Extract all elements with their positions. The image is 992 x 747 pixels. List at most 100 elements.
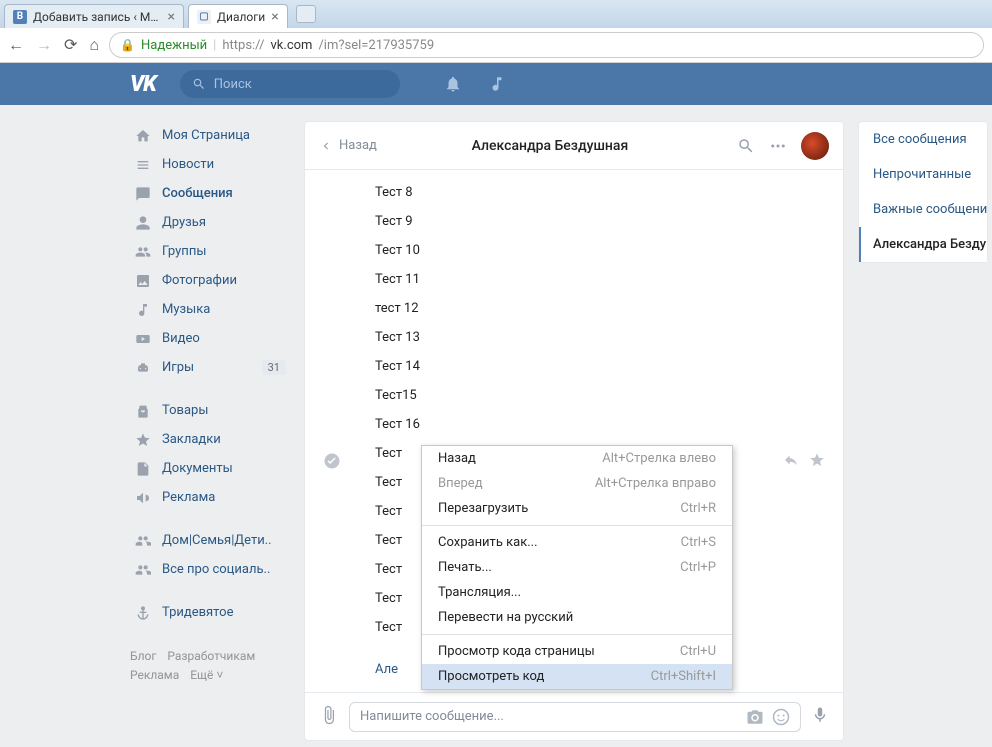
- nav-icons: ← → ⟳ ⌂: [8, 35, 99, 55]
- peer-avatar[interactable]: [801, 132, 829, 160]
- home-icon[interactable]: ⌂: [89, 35, 99, 55]
- dialog-header: Назад Александра Бездушная: [305, 122, 843, 170]
- author-line: Але: [375, 655, 398, 684]
- sidebar-item[interactable]: Реклама: [130, 483, 290, 512]
- browser-tab[interactable]: В Добавить запись ‹ Мир ×: [4, 4, 184, 28]
- people-icon: [134, 562, 152, 578]
- compose-placeholder: Напишите сообщение...: [360, 709, 738, 724]
- context-menu-item[interactable]: Сохранить как...Ctrl+S: [422, 530, 732, 555]
- sidebar-item[interactable]: Документы: [130, 454, 290, 483]
- sidebar-item[interactable]: Музыка: [130, 295, 290, 324]
- context-menu-label: Перевести на русский: [438, 610, 573, 625]
- home-icon: [134, 128, 152, 144]
- back-button[interactable]: Назад: [319, 138, 377, 153]
- footer-link[interactable]: Реклама: [130, 668, 179, 682]
- message[interactable]: Тест 16: [375, 410, 843, 439]
- tab-favicon: В: [13, 10, 27, 24]
- sidebar-item[interactable]: Дом|Семья|Дети..: [130, 526, 290, 555]
- message[interactable]: тест 12: [375, 294, 843, 323]
- emoji-icon[interactable]: [772, 708, 790, 726]
- music-icon[interactable]: [488, 75, 506, 93]
- shortcut: Alt+Стрелка влево: [602, 451, 716, 466]
- message[interactable]: Тест 9: [375, 207, 843, 236]
- url-host: vk.com: [271, 38, 313, 53]
- badge: 31: [262, 360, 286, 375]
- filter-item[interactable]: Важные сообщени: [859, 192, 987, 227]
- message[interactable]: Тест 11: [375, 265, 843, 294]
- ads-icon: [134, 490, 152, 506]
- context-menu-item[interactable]: Просмотреть кодCtrl+Shift+I: [422, 664, 732, 689]
- context-menu-item[interactable]: Просмотр кода страницыCtrl+U: [422, 639, 732, 664]
- vk-header: VK Поиск: [0, 63, 992, 105]
- bell-icon[interactable]: [444, 75, 462, 93]
- back-icon[interactable]: ←: [8, 35, 24, 55]
- tab-title: Диалоги: [217, 10, 265, 24]
- sidebar-item[interactable]: Видео: [130, 324, 290, 353]
- filter-item-selected[interactable]: Александра Безду: [859, 227, 987, 262]
- sidebar-item-label: Документы: [162, 461, 286, 476]
- sidebar-item[interactable]: Все про социаль..: [130, 555, 290, 584]
- message[interactable]: Тест 10: [375, 236, 843, 265]
- browser-tab[interactable]: ▢ Диалоги ×: [188, 4, 288, 28]
- sidebar-item[interactable]: Друзья: [130, 208, 290, 237]
- sidebar-item[interactable]: Игры31: [130, 353, 290, 382]
- close-icon[interactable]: ×: [271, 9, 278, 25]
- right-panel: Все сообщения Непрочитанные Важные сообщ…: [858, 121, 988, 263]
- bag-icon: [134, 403, 152, 419]
- context-menu-item[interactable]: ПерезагрузитьCtrl+R: [422, 496, 732, 521]
- sidebar-item[interactable]: Фотографии: [130, 266, 290, 295]
- context-menu-label: Назад: [438, 451, 476, 466]
- shortcut: Ctrl+P: [680, 560, 716, 575]
- message[interactable]: Тест 8: [375, 178, 843, 207]
- context-menu-label: Трансляция...: [438, 585, 521, 600]
- tab-title: Добавить запись ‹ Мир: [33, 10, 162, 24]
- reply-icon[interactable]: [783, 452, 799, 468]
- new-tab-button[interactable]: [296, 5, 316, 23]
- search-icon[interactable]: [737, 137, 755, 155]
- context-menu-item[interactable]: Назад Alt+Стрелка влево: [422, 446, 732, 471]
- context-menu-label: Просмотр кода страницы: [438, 644, 595, 659]
- search-input[interactable]: Поиск: [180, 70, 400, 98]
- mic-button[interactable]: [811, 706, 829, 728]
- footer-links: Блог Разработчикам Реклама Ещё ˅: [130, 647, 290, 685]
- footer-link[interactable]: Блог: [130, 649, 156, 663]
- star-icon: [134, 432, 152, 448]
- tab-favicon: ▢: [197, 10, 211, 24]
- footer-link[interactable]: Ещё ˅: [190, 668, 223, 682]
- forward-icon[interactable]: →: [36, 35, 52, 55]
- context-menu-label: Вперед: [438, 476, 483, 491]
- sidebar-item[interactable]: Закладки: [130, 425, 290, 454]
- peer-name[interactable]: Александра Бездушная: [377, 138, 723, 154]
- attach-button[interactable]: [319, 705, 339, 729]
- shortcut: Ctrl+S: [681, 535, 716, 550]
- sidebar-item[interactable]: Товары: [130, 396, 290, 425]
- sidebar-item[interactable]: Группы: [130, 237, 290, 266]
- sidebar-item[interactable]: Тридевятое: [130, 598, 290, 627]
- camera-icon[interactable]: [746, 708, 764, 726]
- reload-icon[interactable]: ⟳: [64, 35, 77, 55]
- filter-item[interactable]: Непрочитанные: [859, 157, 987, 192]
- context-menu-item[interactable]: Трансляция...: [422, 580, 732, 605]
- star-icon[interactable]: [809, 452, 825, 468]
- sidebar-item[interactable]: Новости: [130, 150, 290, 179]
- omnibox[interactable]: 🔒 Надежный | https://vk.com/im?sel=21793…: [109, 32, 984, 58]
- context-menu-item: ВпередAlt+Стрелка вправо: [422, 471, 732, 496]
- footer-link[interactable]: Разработчикам: [167, 649, 255, 663]
- sidebar-item-label: Реклама: [162, 490, 286, 505]
- sidebar-item[interactable]: Сообщения: [130, 179, 290, 208]
- context-menu-item[interactable]: Перевести на русский: [422, 605, 732, 630]
- sidebar-item-label: Моя Страница: [162, 128, 286, 143]
- context-menu-item[interactable]: Печать...Ctrl+P: [422, 555, 732, 580]
- close-icon[interactable]: ×: [168, 9, 175, 25]
- message[interactable]: Тест 13: [375, 323, 843, 352]
- message-input[interactable]: Напишите сообщение...: [349, 702, 801, 732]
- more-icon[interactable]: [769, 137, 787, 155]
- message[interactable]: Тест15: [375, 381, 843, 410]
- filter-item[interactable]: Все сообщения: [859, 122, 987, 157]
- message[interactable]: Тест 14: [375, 352, 843, 381]
- video-icon: [134, 331, 152, 347]
- sidebar-item[interactable]: Моя Страница: [130, 121, 290, 150]
- vk-logo[interactable]: VK: [130, 72, 156, 97]
- games-icon: [134, 360, 152, 376]
- sidebar: Моя Страница НовостиСообщенияДрузьяГруппы…: [130, 121, 290, 685]
